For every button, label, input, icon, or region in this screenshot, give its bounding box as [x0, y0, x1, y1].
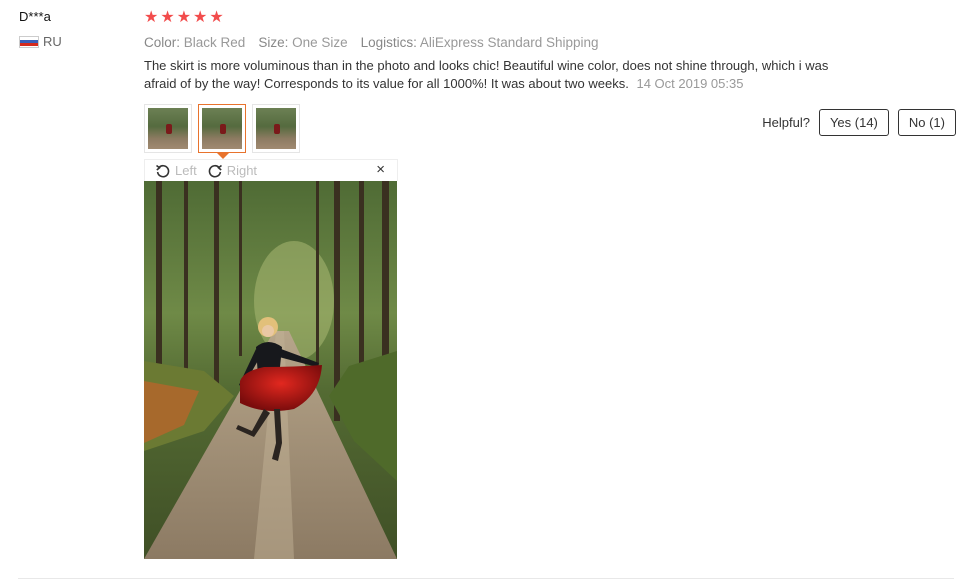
- review-text-block: The skirt is more voluminous than in the…: [144, 57, 844, 93]
- star-rating: ★ ★ ★ ★ ★: [144, 8, 956, 28]
- photo-thumbnail-selected[interactable]: [198, 104, 246, 159]
- color-meta: Color: Black Red: [144, 33, 245, 53]
- rotate-left-icon: [156, 164, 170, 178]
- color-label: Color:: [144, 35, 181, 50]
- star-icon: ★: [160, 9, 175, 26]
- close-icon[interactable]: ×: [376, 161, 385, 179]
- logistics-label: Logistics:: [360, 35, 417, 50]
- size-meta: Size: One Size: [258, 33, 347, 53]
- helpful-label: Helpful?: [762, 115, 810, 130]
- rotate-right-label: Right: [226, 163, 258, 178]
- helpful-vote: Helpful? Yes (14) No (1): [762, 109, 956, 136]
- photo-thumbnail[interactable]: [252, 104, 300, 153]
- viewer-toolbar: Left Right ×: [144, 159, 398, 181]
- logistics-meta: Logistics: AliExpress Standard Shipping: [361, 33, 599, 53]
- size-value: One Size: [292, 35, 348, 50]
- review-photo[interactable]: [144, 181, 397, 559]
- review-date: 14 Oct 2019 05:35: [636, 76, 744, 91]
- star-icon: ★: [209, 9, 224, 26]
- country-code: RU: [43, 34, 62, 49]
- star-icon: ★: [193, 9, 208, 26]
- rotate-left-button[interactable]: Left: [155, 163, 197, 179]
- russia-flag-icon: [19, 35, 39, 48]
- order-meta: Color: Black Red Size: One Size Logistic…: [144, 33, 956, 53]
- reviewer-name: D***a: [19, 9, 51, 24]
- color-value: Black Red: [183, 35, 246, 50]
- review-divider: [18, 578, 954, 579]
- rotate-right-icon: [208, 164, 222, 178]
- helpful-no-button[interactable]: No (1): [897, 109, 956, 136]
- rotate-left-label: Left: [175, 163, 197, 178]
- reviewer-info: D***a RU: [19, 8, 129, 49]
- photo-viewer: Left Right ×: [144, 159, 398, 559]
- size-label: Size:: [258, 35, 289, 50]
- star-icon: ★: [144, 9, 159, 26]
- rotate-right-button[interactable]: Right: [207, 163, 257, 179]
- reviewer-country: RU: [19, 34, 129, 49]
- review-body: ★ ★ ★ ★ ★ Color: Black Red Size: One Siz…: [144, 8, 956, 559]
- photo-thumbnails: [144, 104, 300, 159]
- helpful-yes-button[interactable]: Yes (14): [818, 109, 889, 136]
- star-icon: ★: [176, 9, 192, 26]
- logistics-value: AliExpress Standard Shipping: [419, 35, 599, 50]
- photo-thumbnail[interactable]: [144, 104, 192, 153]
